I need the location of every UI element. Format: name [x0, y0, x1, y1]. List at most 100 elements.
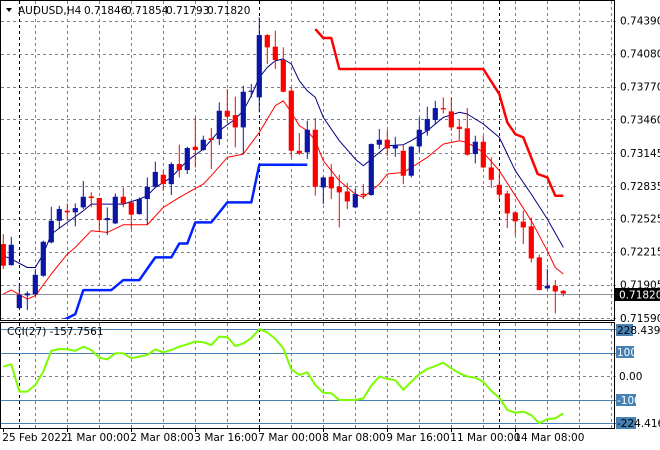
candle-body	[176, 164, 182, 171]
candle-body	[192, 146, 198, 151]
candle-bearish	[288, 87, 294, 158]
candle-body	[536, 257, 542, 291]
price-tick-label: 0.72215	[620, 247, 660, 259]
candle-body	[80, 196, 86, 208]
time-tick-label: 25 Feb 2022	[2, 432, 67, 444]
chart-header: AUDUSD,H4 0.71846 0.71854 0.71793 0.7182…	[6, 5, 250, 17]
candle-body	[352, 194, 358, 208]
candle-body	[232, 115, 238, 128]
current-price-label: 0.71820	[619, 290, 660, 302]
price-tick-label: 0.74080	[620, 49, 660, 61]
candle-body	[376, 139, 382, 145]
ohlc-high: 0.71854	[125, 5, 169, 17]
candle-body	[112, 196, 118, 224]
price-tick-label: 0.74390	[620, 16, 660, 28]
candle-body	[456, 126, 462, 130]
candle-body	[280, 59, 286, 92]
candle-body	[312, 129, 318, 187]
time-tick-label: 3 Mar 16:00	[194, 432, 257, 444]
candle-bullish	[40, 240, 46, 277]
price-tick-label: 0.73770	[620, 82, 660, 94]
candle-body	[136, 199, 142, 215]
time-tick-label: 9 Mar 16:00	[386, 432, 449, 444]
candle-body	[512, 212, 518, 222]
candle-body	[168, 164, 174, 185]
candle-body	[320, 177, 326, 188]
price-tick-label: 0.73460	[620, 114, 660, 126]
candle-body	[528, 226, 534, 259]
candle-body	[544, 285, 550, 289]
time-tick-label: 11 Mar 00:00	[450, 432, 520, 444]
candle-body	[400, 150, 406, 176]
candle-body	[224, 110, 230, 117]
candle-body	[448, 111, 454, 128]
candle-body	[424, 119, 430, 131]
candle-body	[264, 35, 270, 48]
candle-body	[104, 218, 110, 221]
ohlc-open: 0.71846	[84, 5, 128, 17]
time-tick-label: 1 Mar 00:00	[66, 432, 129, 444]
time-tick-label: 14 Mar 08:00	[514, 432, 584, 444]
candle-body	[560, 290, 566, 294]
candle-body	[288, 90, 294, 151]
candle-bearish	[536, 254, 542, 291]
candle-body	[128, 202, 134, 215]
cci-level-100-label: 100	[617, 347, 637, 359]
candle-bullish	[112, 193, 118, 225]
price-tick-label: 0.71590	[620, 313, 660, 325]
candle-body	[480, 141, 486, 168]
candle-body	[1, 244, 6, 266]
candle-body	[392, 145, 398, 149]
candle-body	[64, 210, 70, 213]
time-tick-label: 2 Mar 08:00	[130, 432, 193, 444]
ohlc-low: 0.71793	[166, 5, 209, 17]
candle-body	[72, 208, 78, 213]
candle-body	[184, 148, 190, 171]
candle-body	[160, 174, 166, 185]
candle-body	[208, 138, 214, 141]
candle-body	[440, 108, 446, 110]
symbol-timeframe: AUDUSD,H4	[18, 5, 82, 17]
candle-body	[144, 186, 150, 200]
candle-body	[336, 186, 342, 193]
candle-body	[240, 91, 246, 128]
cci-max-label: 228.4392	[617, 325, 660, 337]
candle-bullish	[368, 143, 374, 196]
candle-body	[56, 209, 62, 221]
candle-body	[464, 128, 470, 155]
candle-body	[96, 198, 102, 221]
candle-body	[16, 294, 22, 309]
price-tick-label: 0.72525	[620, 214, 660, 226]
candle-body	[408, 146, 414, 176]
candle-body	[344, 191, 350, 202]
candle-body	[152, 171, 158, 187]
candle-body	[200, 139, 206, 151]
candle-bullish	[184, 146, 190, 175]
price-tick-label: 0.72835	[620, 181, 660, 193]
candle-body	[272, 46, 278, 60]
candle-body	[384, 139, 390, 149]
candle-body	[216, 110, 222, 140]
candle-body	[24, 293, 30, 296]
candle-body	[488, 167, 494, 180]
candle-body	[40, 241, 46, 276]
candle-body	[88, 196, 94, 199]
candle-body	[248, 90, 254, 92]
cci-min-label: -224.4167	[617, 418, 660, 430]
candle-body	[368, 144, 374, 196]
chart-window: AUDUSD,H4 0.71846 0.71854 0.71793 0.7182…	[0, 0, 660, 450]
candle-body	[8, 244, 14, 266]
candle-body	[496, 184, 502, 195]
price-tick-label: 0.73145	[620, 148, 660, 160]
candle-body	[432, 108, 438, 121]
time-tick-label: 7 Mar 00:00	[258, 432, 321, 444]
cci-level-minus100-label: -100	[617, 395, 641, 407]
cci-level-0-label: 0.00	[619, 371, 642, 383]
candle-body	[296, 150, 302, 154]
candle-body	[472, 141, 478, 155]
candle-bullish	[136, 197, 142, 215]
candle-body	[256, 35, 262, 98]
candle-body	[504, 193, 510, 214]
candle-bullish	[408, 145, 414, 178]
candle-body	[552, 285, 558, 292]
